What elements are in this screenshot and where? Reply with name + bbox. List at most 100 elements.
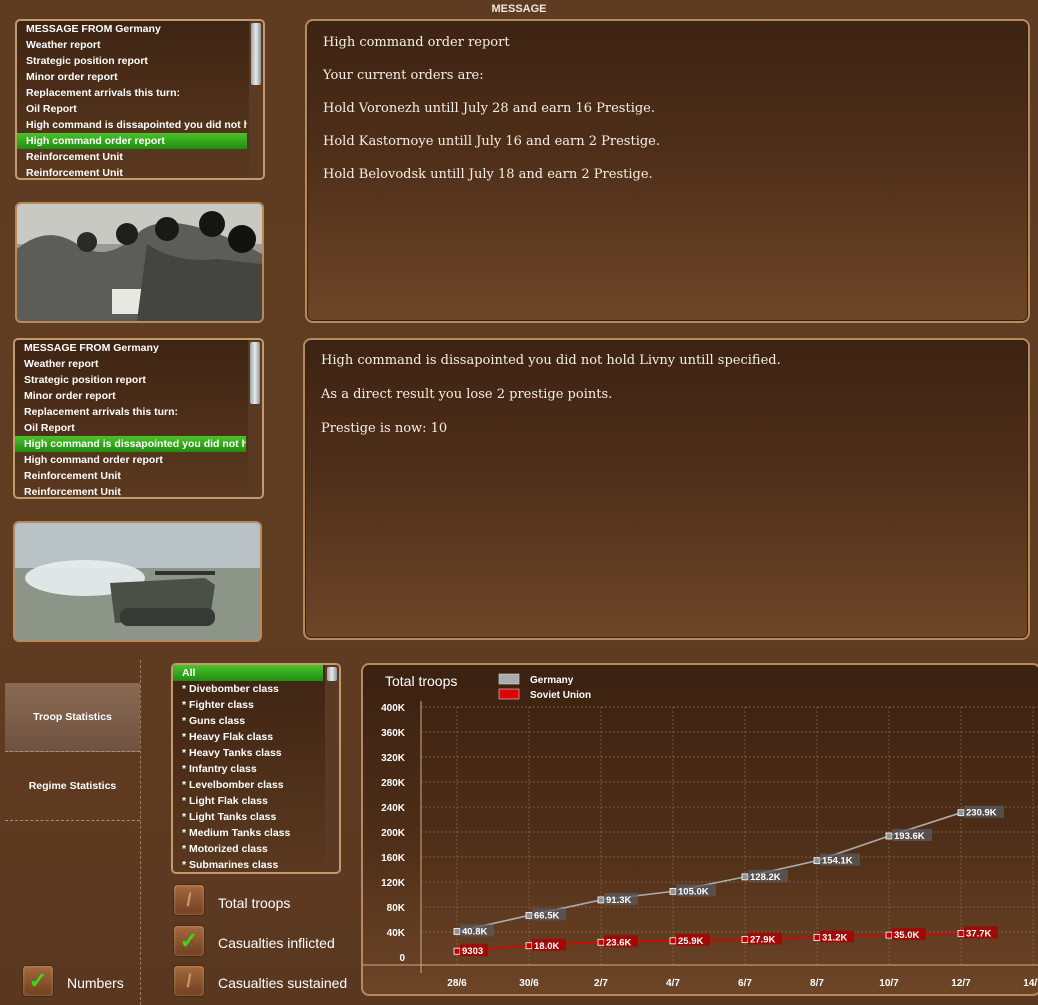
unit-class-item[interactable]: * Submarines class [173,857,323,872]
x-tick-label: 28/6 [447,978,467,989]
data-point [669,887,677,895]
stats-tabs: Troop Statistics Regime Statistics [5,683,140,821]
y-tick-label: 0 [399,953,405,964]
unit-class-item[interactable]: * Medium Tanks class [173,825,323,841]
message-list-item[interactable]: Strategic position report [15,372,246,388]
message-line: Prestige is now: 10 [321,421,448,436]
check-mark-icon: / [186,971,192,991]
legend-swatch [498,688,520,700]
scrollbar[interactable] [325,665,339,872]
data-label: 105.0K [678,886,709,897]
data-label: 66.5K [534,910,559,921]
chart-title: Total troops [385,673,457,689]
window-title: MESSAGE [491,3,547,15]
message-list-item[interactable]: High command order report [17,133,247,149]
data-point [597,938,605,946]
scrollbar[interactable] [248,340,262,497]
data-point [669,937,677,945]
casualties-sustained-checkbox[interactable]: / [173,965,205,997]
message-list-item[interactable]: Minor order report [15,388,246,404]
x-tick-label: 10/7 [879,978,899,989]
check-mark-icon: ✓ [179,928,199,953]
message-list-item[interactable]: Reinforcement Unit [15,468,246,484]
data-label: 31.2K [822,933,847,944]
data-point [525,942,533,950]
total-troops-checkbox[interactable]: / [173,884,205,916]
unit-class-item[interactable]: * Light Flak class [173,793,323,809]
unit-class-item[interactable]: * Fighter class [173,697,323,713]
data-point [597,896,605,904]
message-list-item[interactable]: Replacement arrivals this turn: [17,85,247,101]
soldiers-image [17,204,262,321]
message-line: Hold Belovodsk untill July 18 and earn 2… [323,167,653,182]
total-troops-label: Total troops [218,895,291,911]
troops-chart: Total troops Germany Soviet Union 0 40K 80K 12… [361,663,1038,996]
message-list-item[interactable]: Replacement arrivals this turn: [15,404,246,420]
message-list-item[interactable]: Minor order report [17,69,247,85]
message-list-item[interactable]: MESSAGE FROM Germany [15,340,246,356]
data-label: 128.2K [750,872,781,883]
data-label: 37.7K [966,928,991,939]
data-label: 193.6K [894,831,925,842]
y-tick-label: 320K [381,753,406,764]
message-list-bottom[interactable]: MESSAGE FROM Germany Weather report Strate… [13,338,264,499]
data-point [813,857,821,865]
unit-class-item[interactable]: * Motorized class [173,841,323,857]
y-tick-label: 240K [381,803,406,814]
data-label: 18.0K [534,941,559,952]
casualties-inflicted-label: Casualties inflicted [218,935,335,951]
unit-class-list[interactable]: All * Divebomber class * Fighter class * Gu… [171,663,341,874]
message-list-item[interactable]: Strategic position report [17,53,247,69]
message-list-item[interactable]: Weather report [15,356,246,372]
message-list-item[interactable]: Weather report [17,37,247,53]
scrollbar[interactable] [249,21,263,178]
data-label: 9303 [462,946,483,957]
message-list-top[interactable]: MESSAGE FROM Germany Weather report Strate… [15,19,265,180]
numbers-label: Numbers [67,975,124,991]
legend-swatch [498,673,520,685]
unit-class-item[interactable]: * Heavy Tanks class [173,745,323,761]
message-line: Hold Voronezh untill July 28 and earn 16… [323,101,655,116]
tab-regime-statistics[interactable]: Regime Statistics [5,752,140,821]
unit-class-item[interactable]: * Levelbomber class [173,777,323,793]
data-point [885,832,893,840]
message-list-item[interactable]: Oil Report [17,101,247,117]
x-tick-label: 2/7 [594,978,608,989]
message-list-item[interactable]: High command is dissapointed you did not… [15,436,246,452]
tab-troop-statistics[interactable]: Troop Statistics [5,683,140,752]
casualties-inflicted-checkbox[interactable]: ✓ [173,925,205,957]
numbers-checkbox[interactable]: ✓ [22,965,54,997]
y-tick-label: 120K [381,878,406,889]
data-label: 91.3K [606,895,631,906]
unit-class-item[interactable]: * Infantry class [173,761,323,777]
divider-vertical [140,660,141,1005]
tank-image [15,523,260,640]
legend-label: Soviet Union [530,690,591,701]
y-tick-label: 40K [387,928,406,939]
message-list-item[interactable]: Reinforcement Unit [17,165,247,178]
message-list-item[interactable]: MESSAGE FROM Germany [17,21,247,37]
check-mark-icon: ✓ [28,968,48,993]
scrollbar-thumb[interactable] [327,667,337,681]
data-label: 23.6K [606,937,631,948]
message-list-item[interactable]: High command order report [15,452,246,468]
chart-svg: Total troops Germany Soviet Union 0 40K 80K 12… [363,673,1038,989]
casualties-sustained-label: Casualties sustained [218,975,348,991]
unit-class-item[interactable]: * Light Tanks class [173,809,323,825]
data-point [957,930,965,937]
unit-class-item[interactable]: * Heavy Flak class [173,729,323,745]
legend-label: Germany [530,675,574,686]
message-list-item[interactable]: Reinforcement Unit [17,149,247,165]
unit-class-item[interactable]: All [173,665,323,681]
message-list-item[interactable]: Reinforcement Unit [15,484,246,497]
data-point [957,809,965,817]
message-line: High command order report [323,35,510,50]
unit-class-item[interactable]: * Divebomber class [173,681,323,697]
unit-class-item[interactable]: * Guns class [173,713,323,729]
scrollbar-thumb[interactable] [250,342,260,404]
x-tick-label: 30/6 [519,978,539,989]
message-list-item[interactable]: High command is dissapointed you did not… [17,117,247,133]
scrollbar-thumb[interactable] [251,23,261,85]
photo-soldiers [15,202,264,323]
message-list-item[interactable]: Oil Report [15,420,246,436]
